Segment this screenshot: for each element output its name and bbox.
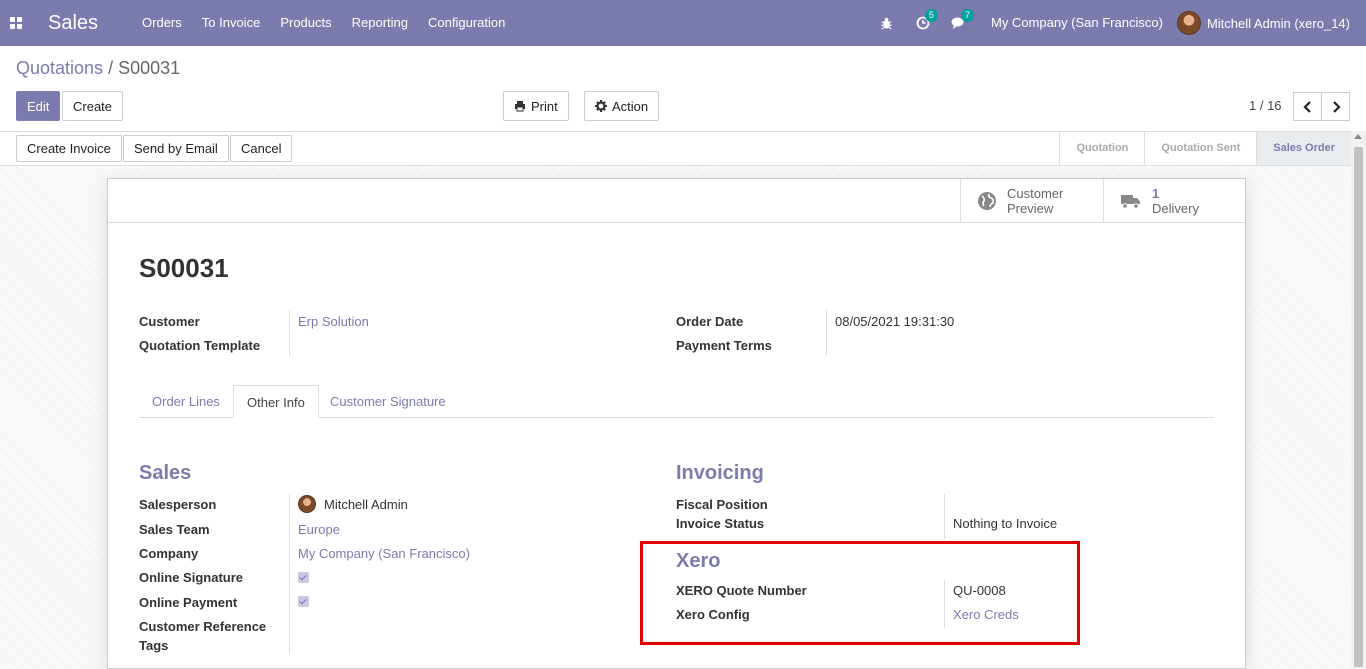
top-navbar: Sales Orders To Invoice Products Reporti…	[0, 0, 1366, 46]
breadcrumb: Quotations / S00031	[16, 58, 180, 79]
scrollbar-thumb[interactable]	[1354, 147, 1363, 667]
company-label: Company	[139, 546, 199, 561]
print-button[interactable]: Print	[503, 91, 569, 121]
salesperson-avatar	[298, 495, 316, 513]
gear-icon	[595, 100, 607, 112]
systray: 5 7 My Company (San Francisco) Mitchell …	[869, 0, 1366, 46]
user-avatar	[1176, 11, 1201, 35]
tab-order-lines[interactable]: Order Lines	[139, 385, 233, 418]
smart-button-row: Customer Preview 1 Delivery	[108, 179, 1245, 223]
field-separator	[289, 310, 290, 356]
order-date-value: 08/05/2021 19:31:30	[835, 314, 955, 329]
customer-label: Customer	[139, 314, 200, 329]
stage-quotation[interactable]: Quotation	[1059, 132, 1144, 165]
delivery-count: 1	[1152, 186, 1160, 201]
tags-label: Tags	[139, 638, 169, 653]
salesperson-value[interactable]: Mitchell Admin	[324, 497, 408, 512]
print-label: Print	[531, 98, 558, 114]
bug-icon[interactable]	[869, 0, 905, 46]
menu-products[interactable]: Products	[270, 0, 341, 46]
breadcrumb-current: S00031	[118, 58, 181, 78]
payment-terms-label: Payment Terms	[676, 338, 772, 353]
activity-clock-icon[interactable]: 5	[905, 0, 941, 46]
salesperson-label: Salesperson	[139, 497, 217, 512]
order-date-label: Order Date	[676, 314, 744, 329]
menu-orders[interactable]: Orders	[132, 0, 192, 46]
delivery-button[interactable]: 1 Delivery	[1103, 179, 1246, 223]
main-menu: Orders To Invoice Products Reporting Con…	[132, 0, 515, 46]
delivery-label: Delivery	[1152, 201, 1199, 216]
stage-quotation-sent[interactable]: Quotation Sent	[1144, 132, 1256, 165]
pager-next-button[interactable]	[1321, 92, 1350, 121]
xero-highlight-box	[640, 541, 1080, 645]
menu-configuration[interactable]: Configuration	[418, 0, 515, 46]
create-invoice-button[interactable]: Create Invoice	[16, 135, 122, 162]
tab-other-info[interactable]: Other Info	[233, 385, 319, 418]
online-signature-checkbox[interactable]	[298, 572, 309, 583]
messages-badge: 7	[960, 9, 974, 22]
apps-menu-icon[interactable]	[0, 0, 32, 46]
cancel-button[interactable]: Cancel	[230, 135, 293, 162]
chevron-right-icon	[1332, 100, 1341, 113]
online-payment-checkbox[interactable]	[298, 596, 309, 607]
page-scrollbar[interactable]	[1351, 131, 1366, 669]
print-icon	[515, 101, 525, 112]
quotation-template-label: Quotation Template	[139, 338, 261, 353]
invoice-status-value: Nothing to Invoice	[953, 516, 1058, 531]
sales-team-value[interactable]: Europe	[298, 522, 340, 537]
menu-to-invoice[interactable]: To Invoice	[192, 0, 271, 46]
chevron-left-icon	[1302, 100, 1311, 113]
field-separator	[289, 494, 290, 654]
action-button[interactable]: Action	[584, 91, 660, 121]
breadcrumb-separator: /	[108, 58, 114, 78]
app-brand[interactable]: Sales	[48, 12, 98, 35]
field-separator	[826, 310, 827, 356]
breadcrumb-quotations[interactable]: Quotations	[16, 58, 103, 78]
preview-line-2: Preview	[1007, 201, 1054, 216]
customer-value[interactable]: Erp Solution	[298, 314, 369, 329]
send-by-email-button[interactable]: Send by Email	[123, 135, 229, 162]
stage-pipeline: Quotation Quotation Sent Sales Order	[1059, 132, 1351, 165]
preview-line-1: Customer	[1007, 186, 1064, 201]
action-label: Action	[612, 98, 649, 114]
field-separator	[944, 494, 945, 539]
notebook-tabs: Order Lines Other Info Customer Signatur…	[139, 385, 1214, 418]
truck-icon	[1121, 195, 1140, 209]
customer-reference-label: Customer Reference	[139, 619, 267, 634]
menu-reporting[interactable]: Reporting	[342, 0, 418, 46]
record-title: S00031	[139, 253, 229, 283]
stage-sales-order[interactable]: Sales Order	[1256, 132, 1351, 165]
online-signature-label: Online Signature	[139, 570, 244, 585]
pager-previous-button[interactable]	[1293, 92, 1322, 121]
fiscal-position-label: Fiscal Position	[676, 497, 768, 512]
create-button[interactable]: Create	[62, 91, 124, 121]
globe-icon	[978, 192, 996, 210]
activity-badge: 5	[924, 9, 938, 22]
company-switcher[interactable]: My Company (San Francisco)	[977, 0, 1177, 46]
status-bar: Create Invoice Send by Email Cancel Quot…	[0, 131, 1351, 166]
sales-team-label: Sales Team	[139, 522, 210, 537]
online-payment-label: Online Payment	[139, 595, 238, 610]
invoice-status-label: Invoice Status	[676, 516, 765, 531]
tab-customer-signature[interactable]: Customer Signature	[317, 385, 459, 418]
user-menu[interactable]: Mitchell Admin (xero_14)	[1176, 11, 1366, 35]
customer-preview-button[interactable]: Customer Preview	[960, 179, 1103, 223]
user-name: Mitchell Admin (xero_14)	[1206, 15, 1350, 31]
messages-icon[interactable]: 7	[941, 0, 977, 46]
sales-section-title: Sales	[139, 462, 192, 484]
scroll-up-icon[interactable]	[1354, 134, 1362, 139]
pager-value[interactable]: 1 / 16	[1249, 98, 1282, 113]
company-value[interactable]: My Company (San Francisco)	[298, 546, 470, 561]
invoicing-section-title: Invoicing	[676, 462, 764, 484]
edit-button[interactable]: Edit	[16, 91, 61, 121]
